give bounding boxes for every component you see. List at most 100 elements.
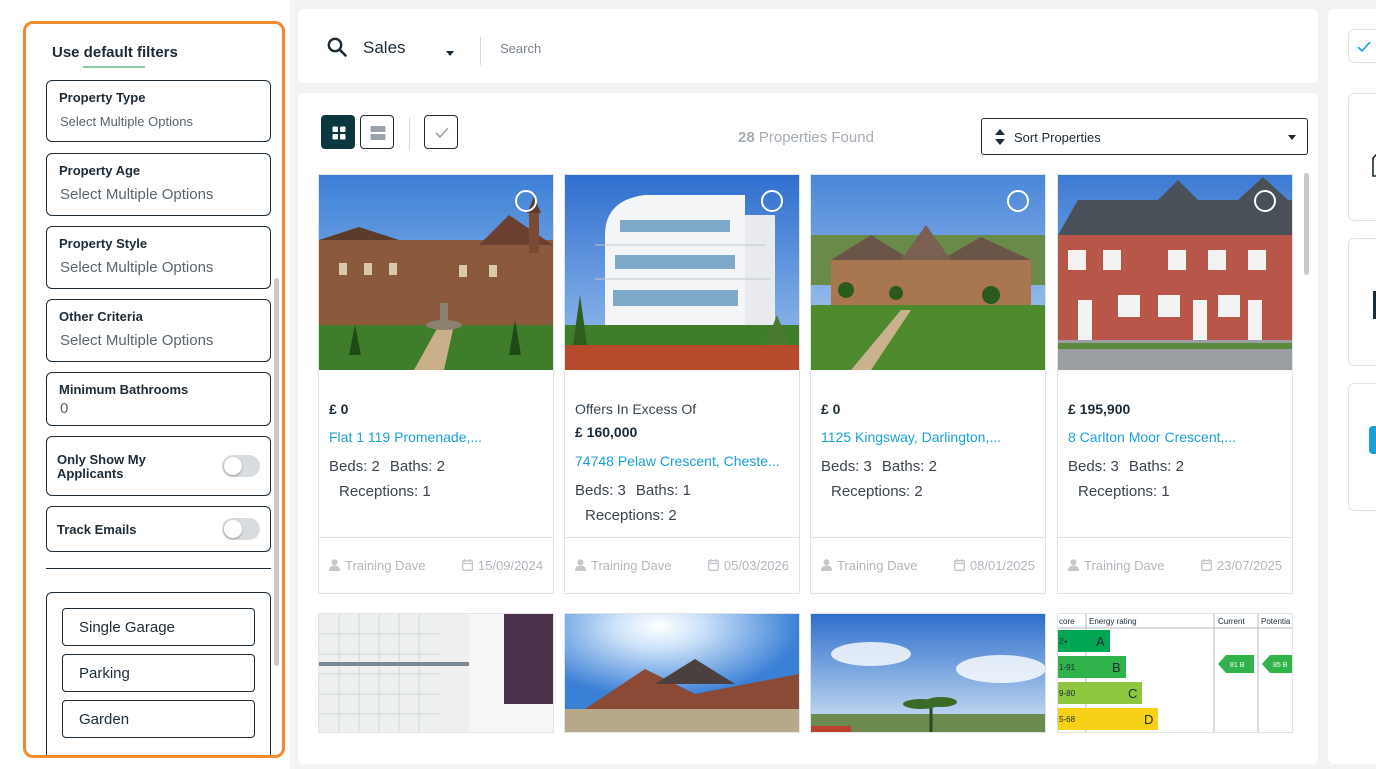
calendar-icon [461, 559, 473, 571]
filter-sidebar: Use default filters Property Type Select… [0, 0, 290, 769]
property-card[interactable]: Offers In Excess Of £ 160,000 74748 Pela… [564, 174, 800, 594]
property-price: £ 0 [821, 401, 841, 417]
property-receptions: Receptions: 2 [585, 507, 677, 524]
use-default-filters-link[interactable]: Use default filters [52, 44, 178, 61]
svg-text:core: core [1059, 617, 1075, 626]
property-baths: Baths: 2 [881, 458, 937, 475]
property-agent: Training Dave [821, 558, 917, 573]
epc-band-letter: C [1128, 686, 1137, 701]
minimum-bathrooms-input[interactable]: Minimum Bathrooms 0 [46, 372, 271, 426]
property-photo [319, 614, 553, 732]
calendar-icon [1200, 559, 1212, 571]
search-icon[interactable] [327, 37, 347, 57]
property-card[interactable] [810, 613, 1046, 733]
property-card[interactable]: £ 0 Flat 1 119 Promenade,... Beds: 2 Bath… [318, 174, 554, 594]
filter-divider [46, 568, 271, 569]
amenity-garden[interactable]: Garden [62, 700, 255, 738]
property-date: 23/07/2025 [1200, 558, 1282, 573]
card-divider [319, 537, 553, 538]
property-receptions: Receptions: 1 [1078, 483, 1170, 500]
property-card[interactable]: £ 0 1125 Kingsway, Darlington,... Beds: … [810, 174, 1046, 594]
amenity-single-garage[interactable]: Single Garage [62, 608, 255, 646]
svg-text:81 B: 81 B [1230, 662, 1245, 669]
property-address-link[interactable]: 8 Carlton Moor Crescent,... [1068, 429, 1284, 445]
filter-scrollbar[interactable] [274, 278, 279, 666]
property-address-link[interactable]: 1125 Kingsway, Darlington,... [821, 429, 1037, 445]
grid-view-button[interactable] [321, 115, 355, 149]
chevron-down-icon[interactable] [446, 51, 454, 56]
epc-band-letter: B [1112, 660, 1121, 675]
property-address-link[interactable]: Flat 1 119 Promenade,... [329, 429, 545, 445]
property-photo [811, 614, 1045, 732]
epc-band-score: 1-91 [1059, 663, 1076, 672]
property-style-select[interactable]: Property Style Select Multiple Options [46, 226, 271, 289]
property-receptions: Receptions: 1 [339, 483, 431, 500]
svg-text:85 B: 85 B [1273, 662, 1288, 669]
toolbar-separator [409, 117, 410, 151]
widget-button[interactable] [1369, 426, 1376, 454]
property-agent: Training Dave [575, 558, 671, 573]
checkmark-icon [435, 127, 449, 139]
epc-band-letter: D [1144, 712, 1153, 727]
property-photo [565, 614, 799, 732]
only-my-applicants-toggle[interactable] [222, 455, 260, 477]
properties-count: 28 [738, 129, 755, 146]
list-view-button[interactable] [360, 115, 394, 149]
home-icon [1372, 153, 1376, 177]
select-property-checkbox[interactable] [1254, 190, 1276, 212]
person-icon [821, 559, 832, 571]
select-all-button[interactable] [424, 115, 458, 149]
properties-found-label: Properties Found [758, 129, 874, 146]
right-check-button[interactable] [1348, 29, 1376, 63]
property-card[interactable]: £ 195,900 8 Carlton Moor Crescent,... Be… [1057, 174, 1293, 594]
properties-found-text: 28 Properties Found [738, 129, 874, 146]
right-widget-3 [1348, 383, 1376, 511]
property-style-value: Select Multiple Options [60, 259, 214, 276]
epc-band-score: 5-68 [1059, 715, 1076, 724]
property-card[interactable] [564, 613, 800, 733]
property-receptions: Receptions: 2 [831, 483, 923, 500]
property-baths: Baths: 2 [389, 458, 445, 475]
property-beds: Beds: 2 [329, 458, 380, 475]
svg-text:Potentia: Potentia [1261, 617, 1291, 626]
date-value: 15/09/2024 [477, 558, 543, 573]
track-emails-toggle[interactable] [222, 518, 260, 540]
search-category-select[interactable]: Sales [363, 38, 406, 58]
property-age-select[interactable]: Property Age Select Multiple Options [46, 153, 271, 216]
select-property-checkbox[interactable] [515, 190, 537, 212]
person-icon [329, 559, 340, 571]
property-card[interactable]: core Energy rating Current Potentia 2+ A 1… [1057, 613, 1293, 733]
property-agent: Training Dave [329, 558, 425, 573]
calendar-icon [953, 559, 965, 571]
date-value: 08/01/2025 [969, 558, 1035, 573]
calendar-icon [707, 559, 719, 571]
sort-properties-select[interactable]: Sort Properties [981, 118, 1308, 155]
search-input[interactable] [500, 39, 1290, 57]
svg-text:Current: Current [1218, 617, 1245, 626]
chevron-down-icon [1288, 135, 1296, 140]
property-type-value: Select Multiple Options [60, 114, 193, 129]
property-stats: Beds: 3 Baths: 2 [1068, 458, 1194, 475]
date-value: 05/03/2026 [723, 558, 789, 573]
filter-panel: Use default filters Property Type Select… [23, 21, 285, 758]
property-date: 08/01/2025 [953, 558, 1035, 573]
property-address-link[interactable]: 74748 Pelaw Crescent, Cheste... [575, 453, 791, 469]
property-agent: Training Dave [1068, 558, 1164, 573]
property-type-label: Property Type [59, 90, 146, 105]
results-scrollbar[interactable] [1304, 173, 1309, 275]
checkmark-icon [1357, 41, 1371, 53]
select-property-checkbox[interactable] [761, 190, 783, 212]
agent-name: Training Dave [837, 558, 918, 573]
results-panel: 28 Properties Found Sort Properties £ 0 … [298, 93, 1318, 764]
other-criteria-select[interactable]: Other Criteria Select Multiple Options [46, 299, 271, 362]
agent-name: Training Dave [1084, 558, 1165, 573]
epc-band-score: 2+ [1059, 637, 1068, 646]
card-divider [1058, 537, 1292, 538]
amenity-parking[interactable]: Parking [62, 654, 255, 692]
amenities-list: Single Garage Parking Garden [46, 592, 271, 755]
property-style-label: Property Style [59, 236, 148, 251]
minimum-bathrooms-label: Minimum Bathrooms [59, 382, 189, 397]
property-type-select[interactable]: Property Type Select Multiple Options [46, 80, 271, 142]
property-card[interactable] [318, 613, 554, 733]
select-property-checkbox[interactable] [1007, 190, 1029, 212]
